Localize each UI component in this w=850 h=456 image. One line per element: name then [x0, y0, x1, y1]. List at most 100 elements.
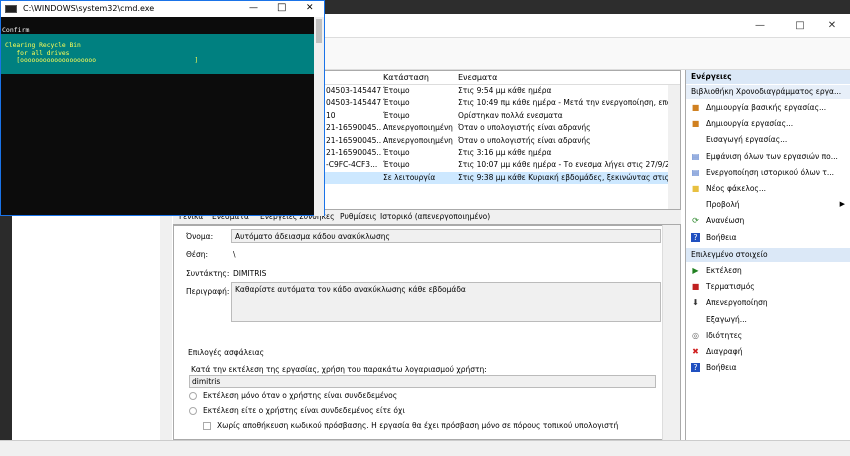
- action-item[interactable]: ■ Δημιουργία βασικής εργασίας...: [686, 100, 850, 116]
- row-id: -C9FC-4CF3...: [326, 160, 378, 170]
- row-status: Έτοιμο: [383, 110, 410, 120]
- cmd-progress-box: Clearing Recycle Bin for all drives [ooo…: [1, 34, 314, 74]
- name-label: Όνομα:: [186, 232, 214, 241]
- minimize-icon[interactable]: —: [745, 16, 775, 34]
- no-password-checkbox[interactable]: [203, 422, 211, 430]
- action-item[interactable]: ? Βοήθεια: [686, 230, 850, 246]
- security-account-text: Κατά την εκτέλεση της εργασίας, χρήση το…: [191, 365, 487, 374]
- selected-action-item[interactable]: ◎ Ιδιότητες: [686, 328, 850, 344]
- action-item[interactable]: ■ Νέος φάκελος...: [686, 181, 850, 197]
- tab-history[interactable]: Ιστορικό (απενεργοποιημένο): [380, 212, 490, 221]
- library-subheader[interactable]: Βιβλιοθήκη Χρονοδιαγράμματος εργα...: [686, 85, 850, 99]
- disable-icon: ⬇: [692, 298, 699, 308]
- author-value: DIMITRIS: [233, 269, 267, 278]
- action-item[interactable]: ▤ Εμφάνιση όλων των εργασιών πο...: [686, 149, 850, 165]
- maximize-icon[interactable]: □: [785, 16, 815, 34]
- create-task-icon: ■: [691, 119, 700, 129]
- cmd-line-3: [oooooooooooooooooooo ]: [5, 57, 199, 64]
- selected-action-label: Εκτέλεση: [706, 266, 742, 275]
- row-trigger: Στις 10:07 μμ κάθε ημέρα - Το ενεσμα λήγ…: [458, 160, 668, 170]
- selected-action-item[interactable]: ✖ Διαγραφή: [686, 344, 850, 360]
- actions-header: Ενέργειες: [686, 70, 850, 84]
- task-scheduler-titlebar: — □ ✕: [325, 14, 850, 38]
- cmd-close-icon[interactable]: ✕: [306, 3, 314, 13]
- selected-item-header[interactable]: Επιλεγμένο στοιχείο: [686, 248, 850, 262]
- security-options-title: Επιλογές ασφάλειας: [188, 348, 265, 357]
- enable-history-icon: ▤: [691, 167, 700, 177]
- selected-action-label: Ιδιότητες: [706, 330, 743, 340]
- row-status: Απενεργοποιημένη: [383, 123, 453, 133]
- cmd-line-1: Clearing Recycle Bin: [5, 42, 81, 49]
- row-status: Έτοιμο: [383, 98, 410, 108]
- properties-icon: ◎: [692, 330, 699, 340]
- row-id: 21-16590045...: [326, 148, 381, 157]
- row-trigger: Όταν ο υπολογιστής είναι αδρανής: [458, 135, 591, 145]
- selected-action-label: Βοήθεια: [706, 363, 737, 373]
- action-item-label: Ενεργοποίηση ιστορικού όλων τ...: [706, 167, 835, 177]
- cmd-title-text: C:\WINDOWS\system32\cmd.exe: [23, 4, 155, 13]
- new-folder-icon: ■: [691, 184, 700, 193]
- navigation-scrollbar[interactable]: [160, 214, 172, 440]
- cmd-minimize-icon[interactable]: —: [249, 3, 258, 13]
- row-id: 04503-145447...: [326, 98, 381, 108]
- author-label: Συντάκτης:: [186, 269, 230, 278]
- column-triggers[interactable]: Ενεσματα: [458, 73, 497, 82]
- action-item[interactable]: Προβολή ▶: [686, 197, 850, 213]
- show-running-tasks-icon: ▤: [691, 151, 700, 161]
- row-status: Έτοιμο: [383, 86, 410, 95]
- cmd-line-2: for all drives: [5, 49, 70, 57]
- create-basic-task-icon: ■: [691, 103, 700, 112]
- action-item-label: Δημιουργία εργασίας...: [706, 119, 794, 129]
- row-id: 10: [326, 110, 336, 120]
- name-field[interactable]: Αυτόματο άδειασμα κάδου ανακύκλωσης: [231, 229, 661, 243]
- tab-settings[interactable]: Ρυθμίσεις: [340, 212, 377, 221]
- refresh-icon: ⟳: [692, 216, 699, 226]
- row-status: Απενεργοποιημένη: [383, 135, 453, 145]
- row-trigger: Στις 9:54 μμ κάθε ημέρα: [458, 86, 552, 95]
- selected-action-item[interactable]: Εξαγωγή...: [686, 312, 850, 328]
- action-item-label: Βοήθεια: [706, 232, 737, 242]
- description-label: Περιγραφή:: [186, 287, 230, 296]
- export-icon: [691, 315, 700, 324]
- selected-action-item[interactable]: ? Βοήθεια: [686, 360, 850, 376]
- cmd-maximize-icon[interactable]: □: [277, 2, 286, 13]
- row-trigger: Στις 3:16 μμ κάθε ημέρα: [458, 148, 552, 157]
- row-status: Έτοιμο: [383, 160, 410, 170]
- cmd-window: C:\WINDOWS\system32\cmd.exe — □ ✕ Confir…: [0, 0, 325, 216]
- column-status[interactable]: Κατάσταση: [383, 73, 429, 82]
- view-icon: [691, 200, 700, 209]
- task-list-scrollbar[interactable]: [668, 85, 680, 209]
- user-account-field: dimitris: [189, 375, 656, 388]
- row-trigger: Ορίστηκαν πολλά ενεσματα: [458, 110, 563, 120]
- cmd-scrollbar[interactable]: [314, 17, 324, 216]
- row-trigger: Στις 10:49 πμ κάθε ημέρα - Μετά την ενερ…: [458, 98, 668, 108]
- selected-action-item[interactable]: ■ Τερματισμός: [686, 279, 850, 295]
- help-icon: ?: [691, 363, 700, 373]
- description-field[interactable]: Καθαρίστε αυτόματα τον κάδο ανακύκλωσης …: [231, 282, 661, 322]
- detail-scrollbar[interactable]: [662, 225, 680, 440]
- selected-action-label: Απενεργοποίηση: [706, 298, 768, 308]
- submenu-arrow-icon: ▶: [839, 200, 845, 209]
- action-item[interactable]: Εισαγωγή εργασίας...: [686, 132, 850, 148]
- action-item[interactable]: ▤ Ενεργοποίηση ιστορικού όλων τ...: [686, 165, 850, 181]
- selected-action-item[interactable]: ▶ Εκτέλεση: [686, 263, 850, 279]
- row-status: Σε λειτουργία: [383, 172, 436, 182]
- actions-pane: Ενέργειες Βιβλιοθήκη Χρονοδιαγράμματος ε…: [685, 70, 850, 440]
- row-status: Έτοιμο: [383, 148, 410, 157]
- no-password-label: Χωρίς αποθήκευση κωδικού πρόσβασης. Η ερ…: [217, 421, 619, 430]
- selected-action-item[interactable]: ⬇ Απενεργοποίηση: [686, 295, 850, 311]
- task-general-panel: Όνομα: Αυτόματο άδειασμα κάδου ανακύκλωσ…: [173, 225, 681, 440]
- action-item[interactable]: ⟳ Ανανέωση: [686, 213, 850, 229]
- run-always-radio[interactable]: [189, 407, 197, 415]
- taskbar-strip: [325, 0, 850, 14]
- action-item[interactable]: ■ Δημιουργία εργασίας...: [686, 116, 850, 132]
- action-item-label: Ανανέωση: [706, 216, 745, 226]
- row-id: 04503-145447...: [326, 86, 381, 95]
- run-logged-on-radio[interactable]: [189, 392, 197, 400]
- action-item-label: Προβολή: [706, 200, 740, 210]
- location-value: \: [233, 250, 236, 259]
- close-icon[interactable]: ✕: [817, 16, 847, 34]
- end-icon: ■: [691, 282, 700, 292]
- selected-action-label: Εξαγωγή...: [706, 314, 747, 324]
- row-trigger: Όταν ο υπολογιστής είναι αδρανής: [458, 123, 591, 133]
